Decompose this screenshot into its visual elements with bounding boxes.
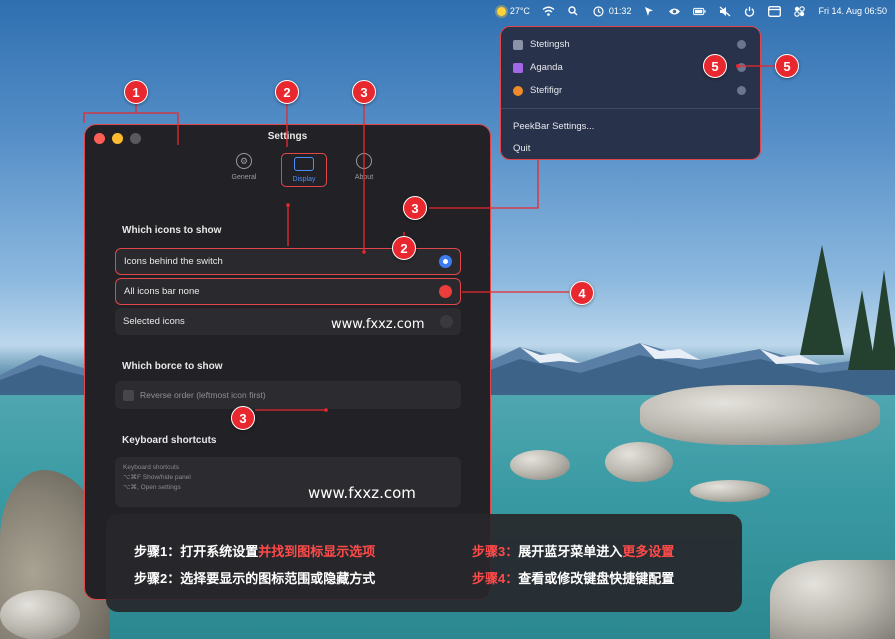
step-badge: 5	[775, 54, 799, 78]
step-3-text: 步骤3：展开蓝牙菜单进入更多设置	[472, 541, 674, 560]
radio-unselected[interactable]	[440, 315, 453, 328]
wifi-icon[interactable]	[542, 5, 555, 18]
display-icon[interactable]	[768, 5, 782, 18]
app-icon	[513, 85, 523, 96]
pine-tree	[800, 245, 844, 355]
shortcut-line[interactable]: ⌥⌘F Show/hide panel	[123, 473, 453, 483]
menu-item-label: Stetingsh	[530, 39, 570, 50]
step-badge: 3	[403, 196, 427, 220]
visibility-toggle-icon[interactable]	[737, 86, 746, 95]
rock	[770, 560, 895, 639]
search-icon[interactable]	[567, 5, 580, 18]
watermark-text: www.fxxz.com	[331, 317, 425, 332]
eye-icon[interactable]	[668, 5, 681, 18]
visibility-toggle-icon[interactable]	[737, 40, 746, 49]
step-1-prefix: 步骤1：打开系统设置	[134, 544, 259, 559]
step-1-text: 步骤1：打开系统设置并找到图标显示选项	[134, 541, 375, 560]
clock-icon	[592, 5, 605, 18]
checkbox-label: Reverse order (leftmost icon first)	[140, 390, 266, 400]
control-center-icon[interactable]	[793, 5, 806, 18]
info-icon: i	[356, 153, 372, 169]
tab-display[interactable]: Display	[281, 153, 327, 187]
step-badge: 5	[703, 54, 727, 78]
mute-icon[interactable]	[718, 5, 731, 18]
radio-selected[interactable]	[439, 255, 452, 268]
step-badge: 3	[352, 80, 376, 104]
pine-tree	[870, 270, 895, 370]
tab-label: About	[354, 174, 374, 181]
step-badge: 3	[231, 406, 255, 430]
step-4-body: 查看或修改键盘快捷键配置	[518, 571, 675, 586]
visibility-toggle-icon[interactable]	[737, 63, 746, 72]
menu-bar: 27°C 01:32 Fri 14. Aug 06:50	[0, 0, 895, 22]
weather-text: 27°C	[509, 6, 530, 16]
app-icon	[513, 62, 523, 73]
step-1-highlight: 并找到图标显示选项	[258, 544, 376, 559]
reverse-order-checkbox[interactable]	[123, 389, 134, 401]
timer-text: 01:32	[608, 6, 632, 16]
weather-item[interactable]: 27°C	[496, 0, 530, 22]
rock	[690, 480, 770, 502]
step-badge: 1	[124, 80, 148, 104]
app-icon	[513, 39, 523, 50]
shortcut-line: Keyboard shortcuts	[123, 464, 180, 471]
option-label: Selected icons	[123, 316, 185, 327]
timer-item[interactable]: 01:32	[592, 0, 632, 22]
reverse-order-option[interactable]: Reverse order (leftmost icon first)	[115, 381, 461, 409]
cursor-icon[interactable]	[643, 5, 656, 18]
power-icon[interactable]	[743, 5, 756, 18]
tab-label: General	[231, 174, 257, 181]
menu-item-quit[interactable]: Quit	[501, 137, 760, 159]
steps-caption-box: 步骤1：打开系统设置并找到图标显示选项 步骤2：选择要显示的图标范围或隐藏方式 …	[106, 514, 742, 612]
settings-tabs: ⚙ General Display i About	[225, 153, 383, 187]
window-title: Settings	[267, 131, 308, 142]
step-4-label: 步骤4：	[472, 571, 519, 586]
section-heading-icons: Which icons to show	[122, 225, 222, 236]
watermark-text: www.fxxz.com	[308, 484, 416, 502]
tab-general[interactable]: ⚙ General	[225, 153, 263, 187]
step-2-text: 步骤2：选择要显示的图标范围或隐藏方式	[134, 571, 376, 586]
step-badge: 2	[392, 236, 416, 260]
step-badge: 4	[570, 281, 594, 305]
tab-label: Display	[292, 176, 316, 183]
option-all-icons[interactable]: All icons bar none	[115, 278, 461, 305]
peekbar-dropdown-menu: Stetingsh Aganda Stefifigr PeekBar Setti…	[500, 26, 761, 160]
rock	[510, 450, 570, 480]
menu-separator	[501, 108, 760, 109]
step-3-highlight: 更多设置	[622, 544, 675, 559]
tab-about[interactable]: i About	[345, 153, 383, 187]
step-badge: 2	[275, 80, 299, 104]
rock	[0, 590, 80, 639]
gear-icon: ⚙	[236, 153, 252, 169]
sun-icon	[496, 6, 506, 16]
menu-item-stefifigr[interactable]: Stefifigr	[501, 79, 760, 102]
option-label: All icons bar none	[124, 286, 200, 297]
display-icon	[294, 157, 314, 171]
step-3-label: 步骤3：	[472, 544, 519, 559]
step-3-body: 展开蓝牙菜单进入	[518, 544, 623, 559]
option-label: Icons behind the switch	[124, 256, 223, 267]
section-heading-shortcuts: Keyboard shortcuts	[122, 435, 217, 446]
menu-item-peekbar-settings[interactable]: PeekBar Settings...	[501, 115, 760, 137]
date-time[interactable]: Fri 14. Aug 06:50	[818, 6, 887, 16]
rock	[605, 442, 673, 482]
section-heading-boxes: Which borce to show	[122, 361, 223, 372]
rock-pile	[640, 385, 880, 445]
menu-item-label: Aganda	[530, 62, 563, 73]
radio-highlighted[interactable]	[439, 285, 452, 298]
battery-icon[interactable]	[693, 5, 707, 18]
menu-item-stetingsh[interactable]: Stetingsh	[501, 33, 760, 56]
step-4-text: 步骤4：查看或修改键盘快捷键配置	[472, 568, 674, 587]
menu-item-label: Stefifigr	[530, 85, 563, 96]
